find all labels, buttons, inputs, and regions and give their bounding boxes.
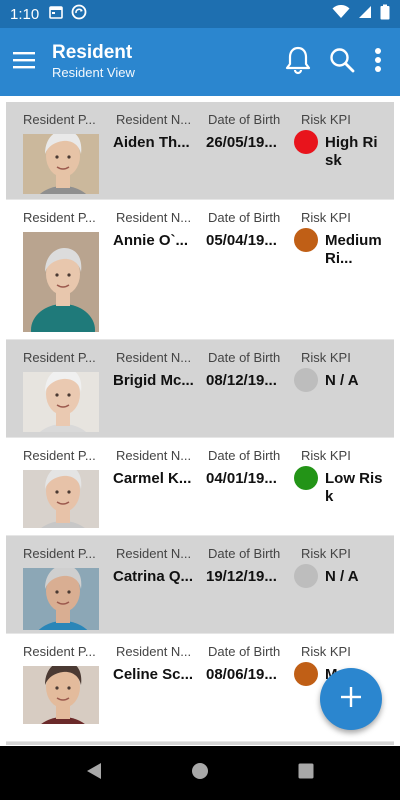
resident-card[interactable]: Resident P... Resident N... Date of Birth R… xyxy=(6,102,394,200)
navigation-bar xyxy=(0,746,400,800)
resident-card-partial[interactable] xyxy=(6,742,394,745)
resident-dob: 08/06/19... xyxy=(206,666,277,683)
risk-label: N / A xyxy=(325,568,359,585)
resident-photo xyxy=(23,372,99,432)
nav-home-button[interactable] xyxy=(185,758,215,788)
resident-dob: 08/12/19... xyxy=(206,372,277,389)
resident-name: Brigid Mc... xyxy=(113,372,193,389)
resident-name: Carmel K... xyxy=(113,470,192,487)
header-resident-name: Resident N... xyxy=(116,644,192,659)
header-resident-name: Resident N... xyxy=(116,112,192,127)
nav-recents-button[interactable] xyxy=(291,758,321,788)
home-icon xyxy=(191,762,209,785)
header-resident-photo: Resident P... xyxy=(23,112,96,127)
status-right-icons xyxy=(332,4,390,25)
search-button[interactable] xyxy=(322,40,362,84)
risk-indicator-icon xyxy=(294,564,318,588)
resident-photo xyxy=(23,470,99,528)
risk-label: Low Risk xyxy=(325,470,383,505)
app-bar: Resident Resident View xyxy=(0,28,400,96)
header-risk-kpi: Risk KPI xyxy=(301,112,351,127)
status-time: 1:10 xyxy=(10,5,40,23)
menu-icon xyxy=(13,51,35,74)
header-resident-photo: Resident P... xyxy=(23,210,96,225)
page-title: Resident xyxy=(52,42,133,63)
risk-label: Medium Ri... xyxy=(325,232,382,267)
header-resident-photo: Resident P... xyxy=(23,644,96,659)
header-resident-name: Resident N... xyxy=(116,546,192,561)
app-bar-actions xyxy=(276,40,400,84)
risk-label: N / A xyxy=(325,372,359,389)
header-resident-name: Resident N... xyxy=(116,350,192,365)
header-risk-kpi: Risk KPI xyxy=(301,448,351,463)
risk-label: High Risk xyxy=(325,134,378,169)
header-resident-photo: Resident P... xyxy=(23,546,96,561)
header-date-of-birth: Date of Birth xyxy=(208,448,281,463)
header-resident-photo: Resident P... xyxy=(23,350,96,365)
risk-indicator-icon xyxy=(294,228,318,252)
resident-photo xyxy=(23,568,99,630)
header-date-of-birth: Date of Birth xyxy=(208,112,281,127)
resident-card[interactable]: Resident P... Resident N... Date of Birth R… xyxy=(6,438,394,536)
resident-dob: 19/12/19... xyxy=(206,568,277,585)
notifications-button[interactable] xyxy=(276,40,320,84)
resident-dob: 04/01/19... xyxy=(206,470,277,487)
menu-button[interactable] xyxy=(2,40,46,84)
risk-indicator-icon xyxy=(294,466,318,490)
search-icon xyxy=(329,47,355,78)
resident-list[interactable]: Resident P... Resident N... Date of Birth R… xyxy=(6,102,394,745)
nav-back-button[interactable] xyxy=(79,758,109,788)
resident-card[interactable]: Resident P... Resident N... Date of Birth R… xyxy=(6,340,394,438)
more-options-button[interactable] xyxy=(362,40,394,84)
more-vert-icon xyxy=(374,47,382,78)
sync-icon xyxy=(71,4,87,25)
back-icon xyxy=(86,762,102,785)
header-date-of-birth: Date of Birth xyxy=(208,350,281,365)
resident-photo xyxy=(23,134,99,194)
header-risk-kpi: Risk KPI xyxy=(301,644,351,659)
status-bar: 1:10 xyxy=(0,0,400,28)
header-date-of-birth: Date of Birth xyxy=(208,546,281,561)
resident-name: Aiden Th... xyxy=(113,134,190,151)
recents-icon xyxy=(298,763,314,784)
signal-icon xyxy=(358,5,372,24)
header-resident-name: Resident N... xyxy=(116,448,192,463)
resident-name: Annie O`... xyxy=(113,232,188,249)
header-resident-photo: Resident P... xyxy=(23,448,96,463)
risk-indicator-icon xyxy=(294,368,318,392)
header-risk-kpi: Risk KPI xyxy=(301,350,351,365)
resident-name: Catrina Q... xyxy=(113,568,193,585)
battery-icon xyxy=(380,4,390,25)
wifi-icon xyxy=(332,4,350,24)
plus-icon xyxy=(340,686,362,713)
title-block: Resident Resident View xyxy=(52,42,135,82)
resident-dob: 05/04/19... xyxy=(206,232,277,249)
header-risk-kpi: Risk KPI xyxy=(301,546,351,561)
header-risk-kpi: Risk KPI xyxy=(301,210,351,225)
calendar-icon xyxy=(49,5,64,24)
header-date-of-birth: Date of Birth xyxy=(208,210,281,225)
header-date-of-birth: Date of Birth xyxy=(208,644,281,659)
resident-dob: 26/05/19... xyxy=(206,134,277,151)
resident-photo xyxy=(23,666,99,724)
bell-icon xyxy=(284,45,312,80)
resident-screen: 1:10 Resident Resident View Resident P..… xyxy=(0,0,400,800)
resident-card[interactable]: Resident P... Resident N... Date of Birth R… xyxy=(6,536,394,634)
risk-indicator-icon xyxy=(294,662,318,686)
resident-name: Celine Sc... xyxy=(113,666,193,683)
status-left-icons xyxy=(49,4,87,25)
risk-indicator-icon xyxy=(294,130,318,154)
header-resident-name: Resident N... xyxy=(116,210,192,225)
page-subtitle: Resident View xyxy=(52,65,135,80)
resident-card[interactable]: Resident P... Resident N... Date of Birth R… xyxy=(6,200,394,340)
add-resident-button[interactable] xyxy=(320,668,382,730)
resident-photo xyxy=(23,232,99,332)
